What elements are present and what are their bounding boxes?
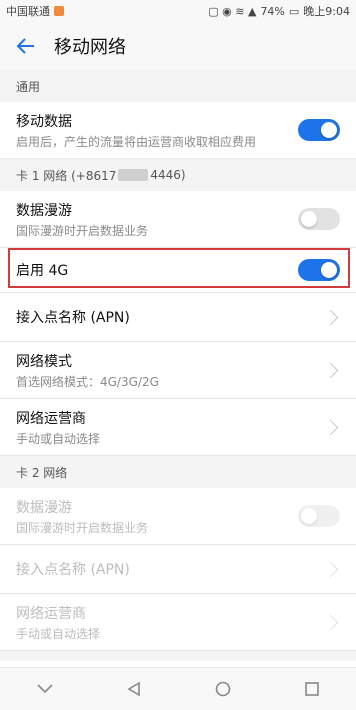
- chevron-down-icon[interactable]: [34, 678, 56, 700]
- roaming1-toggle[interactable]: [298, 208, 340, 230]
- recent-square-svg: [304, 682, 319, 696]
- sim1-label: 卡 1 网络 (+8617: [16, 168, 117, 183]
- status-bar: 中国联通 ▢ ◉ ≋ ▲ 74% ▭ 晚上9:04: [0, 0, 356, 22]
- roaming2-title: 数据漫游: [16, 499, 72, 516]
- home-circle-svg: [215, 681, 230, 697]
- back-triangle-svg: [126, 681, 140, 697]
- roaming1-sub: 国际漫游时开启数据业务: [16, 223, 149, 238]
- chevron-right-icon: [322, 362, 339, 378]
- section-general: 通用: [0, 70, 356, 102]
- row-operator-sim1[interactable]: 网络运营商 手动或自动选择: [0, 399, 356, 456]
- toggle-knob: [321, 122, 337, 138]
- roaming1-title: 数据漫游: [16, 202, 72, 219]
- apn2-title: 接入点名称 (APN): [16, 562, 130, 578]
- home-circle-icon[interactable]: [212, 678, 234, 700]
- chevron-right-icon: [322, 561, 339, 577]
- back-triangle-icon[interactable]: [123, 678, 145, 700]
- clock: 晚上9:04: [303, 5, 350, 18]
- chevron-right-icon: [322, 419, 339, 435]
- row-apn-sim1[interactable]: 接入点名称 (APN): [0, 293, 356, 342]
- row-network-mode[interactable]: 网络模式 首选网络模式：4G/3G/2G: [0, 342, 356, 399]
- recent-square-icon[interactable]: [301, 678, 323, 700]
- row-roaming-sim1[interactable]: 数据漫游 国际漫游时开启数据业务: [0, 191, 356, 248]
- operator2-title: 网络运营商: [16, 605, 86, 622]
- operator1-title: 网络运营商: [16, 410, 86, 427]
- mobile-data-title: 移动数据: [16, 113, 72, 130]
- network-mode-title: 网络模式: [16, 353, 72, 370]
- highlight-box: [8, 248, 350, 288]
- mobile-data-toggle[interactable]: [298, 119, 340, 141]
- notification-icon: [54, 6, 64, 16]
- battery-icon: ▭: [288, 4, 300, 18]
- network-mode-sub: 首选网络模式：4G/3G/2G: [16, 374, 159, 389]
- chevron-right-icon: [322, 309, 339, 325]
- sim1-label-tail: 4446): [150, 168, 186, 182]
- battery-level: 74%: [260, 4, 285, 18]
- apn1-title: 接入点名称 (APN): [16, 310, 130, 326]
- row-mobile-data[interactable]: 移动数据 启用后，产生的流量将由运营商收取相应费用: [0, 102, 356, 159]
- row-apn-sim2: 接入点名称 (APN): [0, 545, 356, 594]
- mobile-data-sub: 启用后，产生的流量将由运营商收取相应费用: [16, 134, 257, 149]
- app-bar: 移动网络: [0, 22, 356, 70]
- row-operator-sim2: 网络运营商 手动或自动选择: [0, 594, 356, 651]
- roaming2-toggle: [298, 505, 340, 527]
- chevron-right-icon: [322, 614, 339, 630]
- back-arrow-icon[interactable]: [14, 34, 38, 58]
- toggle-knob: [301, 508, 317, 524]
- chevron-down-svg: [36, 684, 53, 694]
- toggle-knob: [301, 211, 317, 227]
- row-roaming-sim2: 数据漫游 国际漫游时开启数据业务: [0, 488, 356, 545]
- operator2-sub: 手动或自动选择: [16, 626, 101, 641]
- masked-number: [118, 169, 149, 181]
- back-arrow-svg: [16, 38, 34, 54]
- carrier-label: 中国联通: [6, 5, 50, 18]
- status-icons: ▢ ◉ ≋ ▲: [208, 4, 257, 18]
- section-sim1: 卡 1 网络 (+8617 4446): [0, 159, 356, 191]
- roaming2-sub: 国际漫游时开启数据业务: [16, 520, 149, 535]
- section-sim2: 卡 2 网络: [0, 456, 356, 488]
- page-title: 移动网络: [54, 37, 126, 58]
- operator1-sub: 手动或自动选择: [16, 431, 101, 446]
- navigation-bar: [0, 667, 356, 710]
